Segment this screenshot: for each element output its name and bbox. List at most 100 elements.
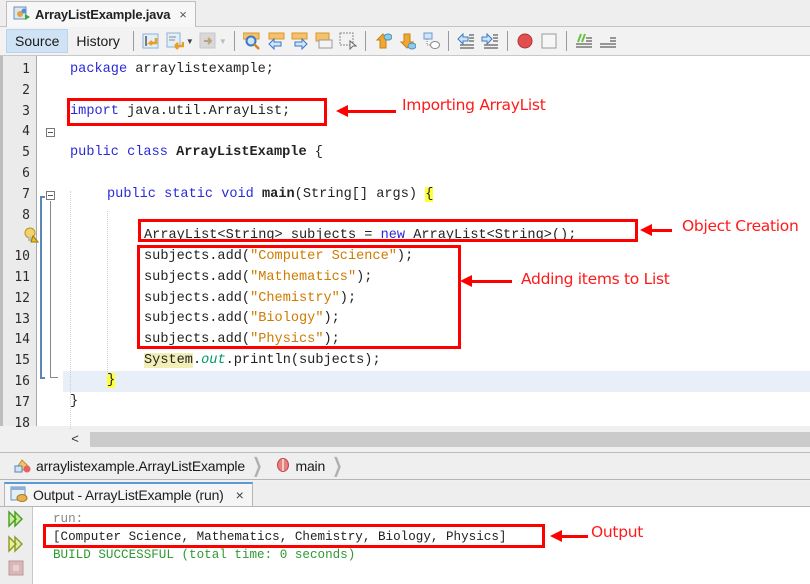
import-highlight-box <box>67 98 327 126</box>
import-arrow <box>336 105 396 117</box>
code-line-1: package arraylistexample; <box>70 60 274 81</box>
import-annotation: Importing ArrayList <box>402 96 546 114</box>
forward-icon <box>199 32 217 50</box>
find-previous-icon[interactable] <box>267 32 285 51</box>
duplicate-icon[interactable] <box>422 32 440 50</box>
class-icon <box>14 457 32 476</box>
matching-brace: } <box>107 373 116 388</box>
fold-import-icon[interactable] <box>46 128 55 137</box>
line-number: 7 <box>22 186 30 202</box>
back-dropdown-icon[interactable]: ▼ <box>186 37 194 46</box>
code-text: .println(subjects); <box>225 353 381 368</box>
indent-guide <box>107 211 108 386</box>
line-number: 2 <box>22 82 30 98</box>
code-editor[interactable]: 1 2 3 4 5 6 7 8 10 11 12 13 14 15 16 17 18 package array… <box>0 56 810 448</box>
line-number: 8 <box>22 207 30 223</box>
source-view-button[interactable]: Source <box>6 29 69 53</box>
breadcrumb-method[interactable]: main <box>275 457 325 476</box>
stop-icon[interactable] <box>8 560 24 581</box>
breadcrumb-class[interactable]: arraylistexample.ArrayListExample <box>14 457 245 476</box>
output-arrow <box>550 530 588 542</box>
static-field: out <box>201 353 226 368</box>
toggle-highlight-icon[interactable] <box>315 32 333 50</box>
keyword: package <box>70 62 128 77</box>
method-name: main <box>262 187 295 202</box>
find-next-icon[interactable] <box>291 32 309 51</box>
editor-tab-bar: ArrayListExample.java × <box>0 0 810 27</box>
line-number: 1 <box>22 62 30 77</box>
breadcrumb-label: arraylistexample.ArrayListExample <box>36 458 245 474</box>
forward-dropdown-icon: ▼ <box>218 36 227 46</box>
back-icon[interactable] <box>166 32 185 50</box>
find-selection-icon[interactable] <box>242 32 261 50</box>
line-number: 16 <box>14 374 30 389</box>
line-number: 15 <box>14 353 30 369</box>
shift-left-icon[interactable] <box>457 32 475 50</box>
shift-line-down-icon[interactable] <box>398 32 417 50</box>
code-text: { <box>306 145 323 160</box>
output-tab[interactable]: Output - ArrayListExample (run) × <box>4 482 253 506</box>
toolbar-separator <box>565 31 567 51</box>
shift-right-icon[interactable] <box>481 32 499 50</box>
output-highlight-box <box>43 524 545 548</box>
adding-items-arrow <box>460 275 512 287</box>
scroll-left-button[interactable]: < <box>63 430 87 448</box>
fold-guide-line <box>50 201 58 378</box>
comment-icon[interactable] <box>575 32 593 50</box>
editor-toolbar: Source History ▼ ▼ <box>0 27 810 56</box>
class-name: ArrayListExample <box>176 145 307 160</box>
line-number: 5 <box>22 145 30 161</box>
output-window-icon <box>9 485 29 506</box>
hint-lightbulb-icon[interactable] <box>23 227 40 248</box>
object-creation-highlight-box <box>138 219 638 242</box>
close-tab-button[interactable]: × <box>179 7 187 22</box>
java-file-icon <box>13 5 31 24</box>
line-number: 13 <box>14 311 30 327</box>
code-text: arraylistexample; <box>127 62 274 77</box>
chevron-right-icon: ❯ <box>252 455 263 477</box>
object-creation-annotation: Object Creation <box>682 217 799 235</box>
output-annotation: Output <box>591 523 644 541</box>
breadcrumb-label: main <box>295 458 326 474</box>
adding-items-annotation: Adding items to List <box>521 270 670 288</box>
shift-line-up-icon[interactable] <box>374 32 393 50</box>
horizontal-scrollbar[interactable] <box>90 432 810 447</box>
editor-tab-title: ArrayListExample.java <box>35 7 171 22</box>
output-tab-title: Output - ArrayListExample (run) <box>33 487 224 503</box>
output-console[interactable]: run: [Computer Science, Mathematics, Che… <box>33 507 810 584</box>
code-line-5: public class ArrayListExample { <box>70 143 323 164</box>
editor-tab-arraylistexample[interactable]: ArrayListExample.java × <box>6 1 196 27</box>
stop-macro-icon[interactable] <box>540 32 558 50</box>
toolbar-separator <box>506 31 508 51</box>
code-line-15: System.out.println(subjects); <box>144 351 381 372</box>
breadcrumb: arraylistexample.ArrayListExample ❯ main… <box>0 452 810 480</box>
code-line-7: public static void main(String[] args) { <box>107 185 434 206</box>
chevron-right-icon: ❯ <box>332 455 343 477</box>
line-number: 3 <box>22 103 30 119</box>
method-icon <box>275 457 291 476</box>
keyword: public class <box>70 145 168 160</box>
line-number: 12 <box>14 290 30 306</box>
line-number: 10 <box>14 249 30 265</box>
adding-items-highlight-box <box>137 245 461 349</box>
toolbar-separator <box>132 31 134 51</box>
fold-method-icon[interactable] <box>46 191 55 200</box>
line-number: 11 <box>14 270 30 285</box>
line-number: 4 <box>22 124 30 140</box>
uncomment-icon[interactable] <box>599 32 617 50</box>
toolbar-separator <box>447 31 449 51</box>
code-line-16: } <box>107 371 116 392</box>
close-output-button[interactable]: × <box>236 487 244 503</box>
rerun-with-options-icon[interactable] <box>7 535 25 558</box>
keyword: public static void <box>107 187 254 202</box>
line-number: 18 <box>14 415 30 431</box>
code-text: (String[] args) <box>294 187 426 202</box>
toggle-rect-selection-icon[interactable] <box>339 32 358 51</box>
history-view-button[interactable]: History <box>68 29 128 53</box>
line-number: 17 <box>14 394 30 410</box>
toolbar-separator <box>233 31 235 51</box>
code-text: } <box>70 394 79 409</box>
last-edit-icon[interactable] <box>142 32 160 50</box>
rerun-icon[interactable] <box>7 510 25 533</box>
start-macro-icon[interactable] <box>516 32 534 50</box>
